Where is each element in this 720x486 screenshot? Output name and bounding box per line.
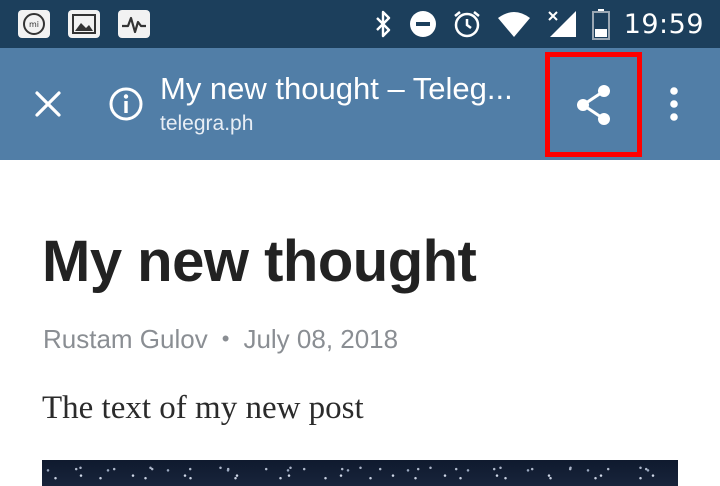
more-options-button[interactable] [656,80,692,128]
article-title: My new thought [42,229,477,294]
gallery-icon [68,10,100,38]
status-bar-left: mi [18,8,150,40]
close-icon [35,91,61,117]
wifi-icon [497,12,530,37]
mi-app-icon: mi [18,10,50,38]
page-title: My new thought – Teleg... [160,71,513,106]
bluetooth-icon [375,10,390,38]
article-image [42,460,678,486]
article-meta: Rustam Gulov • July 08, 2018 [43,322,398,356]
share-button[interactable] [545,52,642,157]
svg-text:mi: mi [29,20,39,29]
page-title-block: My new thought – Teleg... telegra.ph [160,70,530,138]
battery-icon [591,9,610,40]
share-icon [576,84,610,125]
alarm-icon [453,11,480,38]
article-body: The text of my new post [42,390,364,426]
close-button[interactable] [28,84,68,124]
clock: 19:59 [623,8,704,40]
signal-icon [547,11,576,37]
status-bar-right: 19:59 [374,0,704,48]
page-url: telegra.ph [160,112,254,135]
activity-icon [118,10,150,38]
custom-tab-toolbar: My new thought – Teleg... telegra.ph [0,48,720,160]
status-bar: mi 19:59 [0,0,720,48]
publish-date: July 08, 2018 [243,324,399,354]
info-icon[interactable] [108,86,144,122]
do-not-disturb-icon [409,11,436,37]
meta-separator: • [221,326,230,351]
more-vert-icon [670,87,678,121]
author-link[interactable]: Rustam Gulov [43,322,208,356]
